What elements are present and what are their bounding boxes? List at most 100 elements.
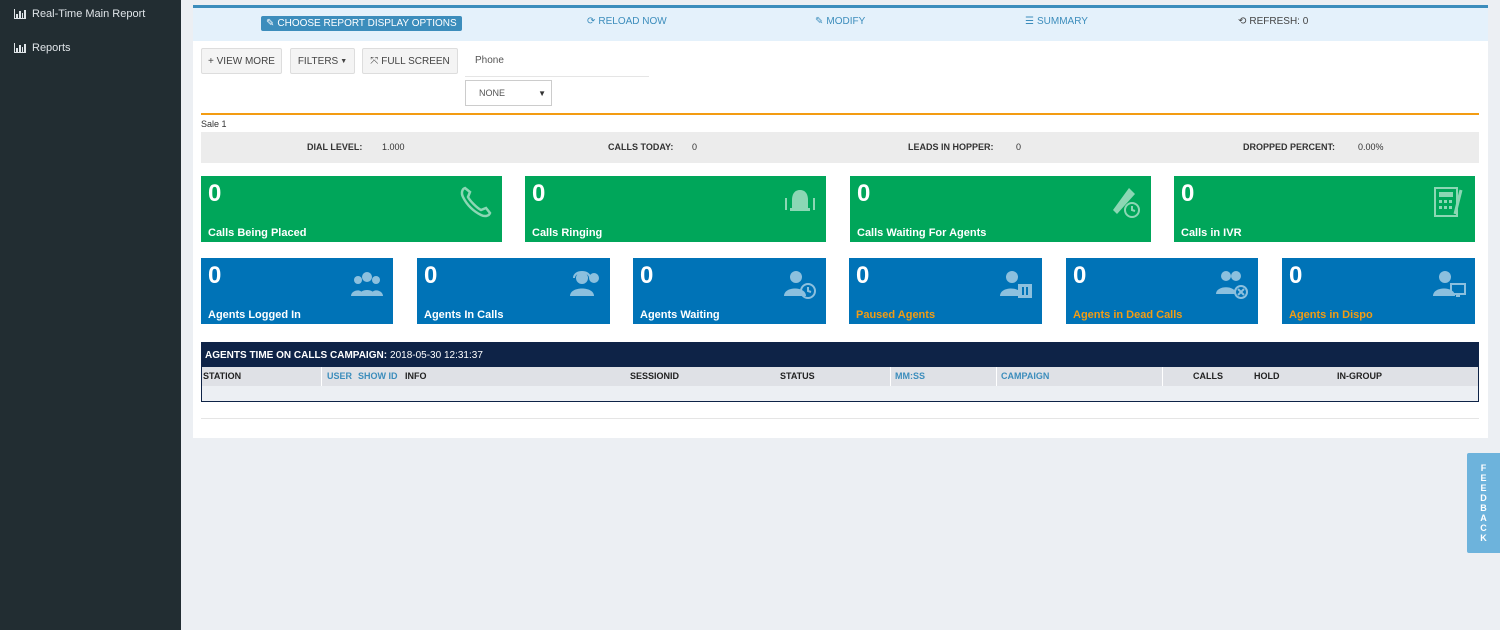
stats-bar: DIAL LEVEL: 1.000 CALLS TODAY: 0 LEADS I… [201, 132, 1479, 163]
feedback-letter: E [1480, 483, 1487, 493]
dropped-percent-value: 0.00% [1358, 142, 1384, 152]
users-group-icon [351, 272, 383, 296]
card-value: 0 [1181, 180, 1195, 207]
filters-button[interactable]: FILTERS ▼ [290, 48, 355, 74]
edit-icon: ✎ [266, 18, 275, 29]
bell-icon [785, 190, 815, 211]
modify-button[interactable]: ✎ MODIFY [815, 16, 865, 27]
card-label: Agents Waiting [640, 309, 720, 321]
sidebar-item-reports[interactable]: Reports [0, 38, 181, 58]
sidebar-item-real-time-main-report[interactable]: Real-Time Main Report [0, 4, 181, 24]
card-value: 0 [856, 262, 870, 289]
full-screen-label: FULL SCREEN [381, 55, 450, 67]
column-status: STATUS [780, 371, 815, 381]
summary-button[interactable]: ☰ SUMMARY [1025, 16, 1088, 27]
column-mmss-sort[interactable]: MM:SS [895, 371, 925, 381]
divider [201, 113, 1479, 115]
feedback-letter: F [1480, 463, 1487, 473]
phone-icon [460, 186, 492, 218]
agents-in-dead-calls-card: 0 Agents in Dead Calls [1066, 258, 1258, 324]
divider [201, 418, 1479, 419]
feedback-letter: D [1480, 493, 1487, 503]
agent-clock-icon [784, 271, 816, 299]
card-label: Calls Waiting For Agents [857, 227, 987, 239]
dropped-percent-label: DROPPED PERCENT: [1243, 142, 1336, 152]
card-label: Paused Agents [856, 309, 936, 321]
card-value: 0 [857, 180, 871, 207]
card-label: Agents Logged In [208, 309, 301, 321]
refresh-label: REFRESH: 0 [1249, 16, 1309, 27]
agents-table-title: AGENTS TIME ON CALLS CAMPAIGN: [205, 349, 388, 361]
phone-clock-icon [1113, 188, 1140, 218]
summary-label: SUMMARY [1036, 16, 1088, 27]
agents-table-columns: STATION USER SHOW ID INFO SESSIONID STAT… [202, 367, 1478, 386]
card-label: Agents In Calls [424, 309, 504, 321]
report-toolbar: + VIEW MORE FILTERS ▼ ⤧ FULL SCREEN Phon… [193, 41, 1488, 111]
feedback-letter: A [1480, 513, 1487, 523]
card-label: Agents in Dispo [1289, 309, 1373, 321]
column-station: STATION [203, 371, 242, 381]
list-icon: ☰ [1025, 16, 1034, 27]
divider [1162, 367, 1163, 386]
reload-now-button[interactable]: ⟳ RELOAD NOW [587, 16, 667, 27]
divider [996, 367, 997, 386]
card-label: Calls Ringing [532, 227, 603, 239]
dial-level-value: 1.000 [382, 142, 405, 152]
reload-now-label: RELOAD NOW [598, 16, 667, 27]
sync-icon: ⟲ [1238, 16, 1247, 27]
dial-level-label: DIAL LEVEL: [307, 142, 363, 152]
agents-logged-in-card: 0 Agents Logged In [201, 258, 393, 324]
column-info: INFO [405, 371, 427, 381]
paused-agents-card: 0 Paused Agents [849, 258, 1042, 324]
divider [465, 76, 649, 77]
edit-icon: ✎ [815, 16, 824, 27]
card-value: 0 [208, 262, 222, 289]
sidebar-item-label: Real-Time Main Report [32, 8, 146, 20]
caret-down-icon: ▼ [538, 89, 546, 98]
agent-pause-icon [1000, 271, 1032, 298]
calls-today-value: 0 [692, 142, 698, 152]
phone-select[interactable]: NONE ▼ [465, 80, 552, 106]
bar-chart-icon [14, 9, 26, 19]
column-hold: HOLD [1254, 371, 1280, 381]
bar-chart-icon [14, 43, 26, 53]
modify-label: MODIFY [826, 16, 866, 27]
leads-in-hopper-value: 0 [1016, 142, 1022, 152]
calls-in-ivr-card: 0 Calls in IVR [1174, 176, 1475, 242]
feedback-letter: E [1480, 473, 1487, 483]
full-screen-button[interactable]: ⤧ FULL SCREEN [362, 48, 458, 74]
calls-ringing-card: 0 Calls Ringing [525, 176, 826, 242]
feedback-letter: K [1480, 533, 1487, 543]
agent-dead-call-icon [1216, 271, 1248, 299]
refresh-indicator[interactable]: ⟲ REFRESH: 0 [1238, 16, 1308, 27]
headset-agent-icon [570, 271, 599, 296]
feedback-letter: B [1480, 503, 1487, 513]
divider [321, 367, 322, 386]
card-label: Calls Being Placed [208, 227, 307, 239]
agent-monitor-icon [1433, 271, 1466, 297]
agents-table-timestamp: 2018-05-30 12:31:37 [390, 349, 483, 361]
agents-in-dispo-card: 0 Agents in Dispo [1282, 258, 1475, 324]
report-panel: ✎ CHOOSE REPORT DISPLAY OPTIONS ⟳ RELOAD… [193, 5, 1488, 438]
view-more-button[interactable]: + VIEW MORE [201, 48, 282, 74]
show-id-link[interactable]: SHOW ID [358, 371, 398, 381]
report-topbar: ✎ CHOOSE REPORT DISPLAY OPTIONS ⟳ RELOAD… [193, 8, 1488, 41]
feedback-tab[interactable]: F E E D B A C K [1467, 453, 1500, 553]
feedback-letter: C [1480, 523, 1487, 533]
refresh-icon: ⟳ [587, 16, 596, 27]
column-calls: CALLS [1193, 371, 1223, 381]
agents-in-calls-card: 0 Agents In Calls [417, 258, 610, 324]
card-value: 0 [640, 262, 654, 289]
expand-icon: ⤧ [370, 55, 379, 67]
column-campaign-sort[interactable]: CAMPAIGN [1001, 371, 1049, 381]
agents-table-body [202, 386, 1478, 401]
column-user-sort[interactable]: USER [327, 371, 352, 381]
agents-waiting-card: 0 Agents Waiting [633, 258, 826, 324]
sidebar-item-label: Reports [32, 42, 71, 54]
column-in-group: IN-GROUP [1337, 371, 1382, 381]
card-value: 0 [532, 180, 546, 207]
choose-display-options-button[interactable]: ✎ CHOOSE REPORT DISPLAY OPTIONS [261, 16, 462, 31]
keypad-phone-icon [1434, 187, 1463, 217]
agents-time-table: AGENTS TIME ON CALLS CAMPAIGN: 2018-05-3… [201, 342, 1479, 402]
card-value: 0 [1289, 262, 1303, 289]
